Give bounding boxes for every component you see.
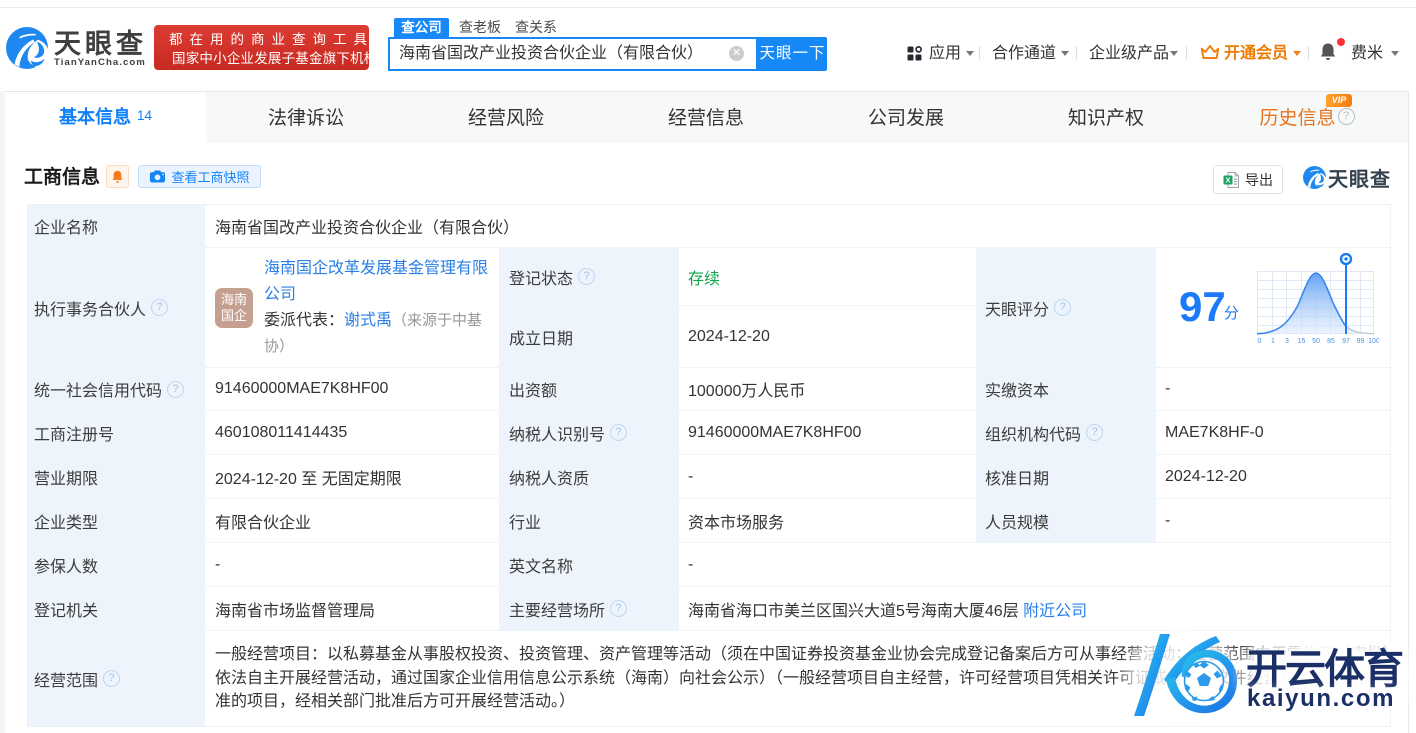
svg-text:99: 99 [1357, 338, 1365, 345]
svg-text:15: 15 [1298, 338, 1306, 345]
svg-text:0: 0 [1258, 338, 1262, 345]
svg-text:100: 100 [1368, 338, 1379, 345]
svg-text:85: 85 [1327, 338, 1335, 345]
svg-text:X: X [1225, 175, 1230, 184]
svg-text:1: 1 [1271, 338, 1275, 345]
svg-text:50: 50 [1312, 338, 1320, 345]
svg-text:97: 97 [1342, 338, 1350, 345]
svg-text:3: 3 [1285, 338, 1289, 345]
